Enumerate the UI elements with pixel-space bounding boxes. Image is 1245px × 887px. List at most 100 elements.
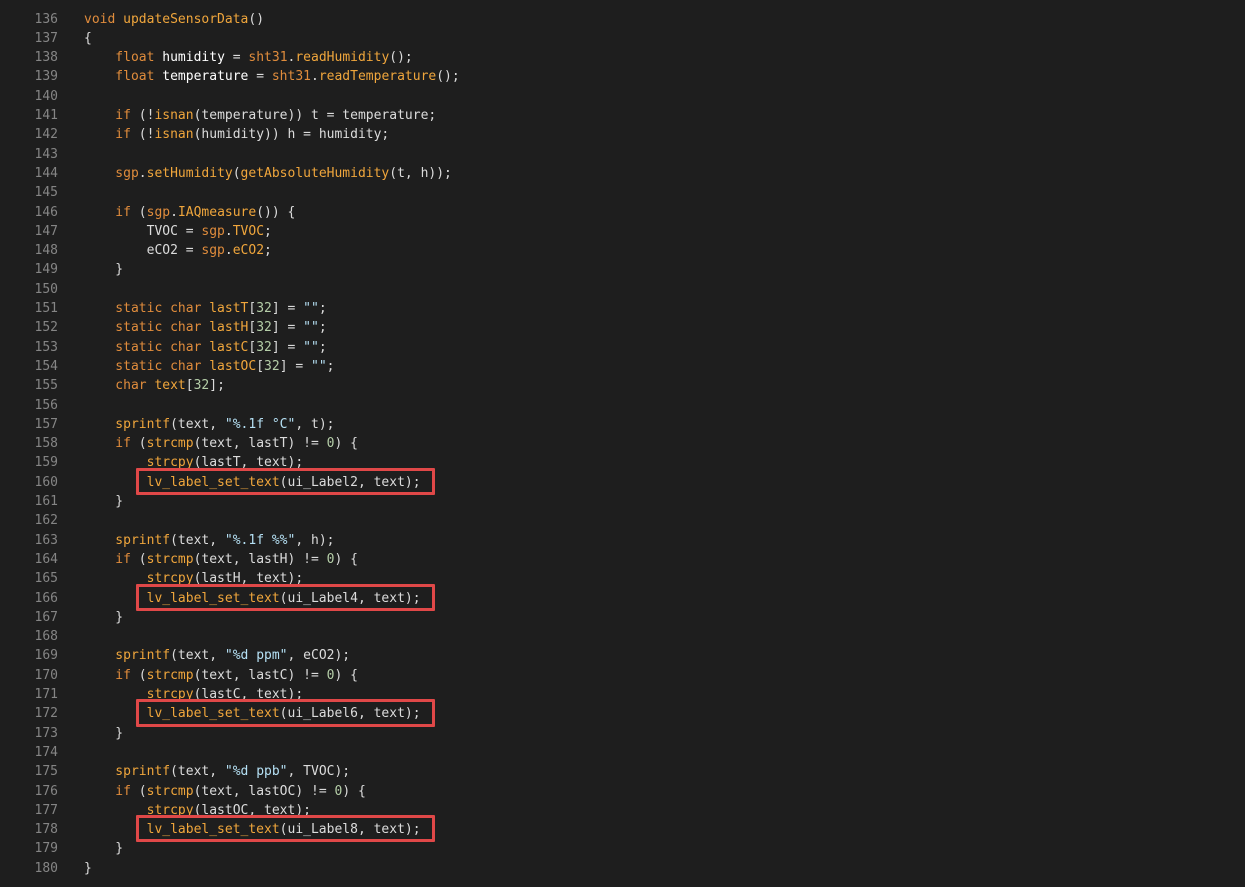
line-number: 144 [34, 165, 58, 181]
code-token: ) { [334, 667, 358, 683]
code-token: sht31 [271, 69, 311, 85]
code-token: } [84, 841, 124, 857]
code-token: , TVOC); [287, 764, 351, 780]
code-token: sprintf [84, 532, 171, 548]
line-number: 153 [34, 339, 58, 355]
code-token: readTemperature [318, 69, 437, 85]
code-token: . [224, 223, 233, 239]
code-line[interactable]: if (strcmp(text, lastH) != 0) { [84, 550, 358, 569]
code-token: . [138, 165, 147, 181]
code-line[interactable]: } [84, 724, 123, 743]
code-token: } [84, 860, 92, 876]
code-line[interactable]: float humidity = sht31.readHumidity(); [84, 48, 413, 67]
code-token: } [84, 262, 124, 278]
code-token: ] = [279, 358, 311, 374]
code-line[interactable]: } [84, 839, 123, 858]
code-line[interactable]: { [84, 29, 92, 48]
code-token: float [84, 69, 163, 85]
line-number: 167 [34, 609, 58, 625]
code-line[interactable]: sgp.setHumidity(getAbsoluteHumidity(t, h… [84, 164, 452, 183]
code-token: (t, h)); [389, 165, 452, 181]
code-token: ]; [209, 378, 225, 394]
code-line[interactable]: if (strcmp(text, lastT) != 0) { [84, 434, 358, 453]
code-token: lastT [209, 301, 249, 316]
line-number: 171 [34, 687, 58, 702]
code-line[interactable]: TVOC = sgp.TVOC; [84, 222, 272, 241]
code-line[interactable]: eCO2 = sgp.eCO2; [84, 241, 272, 260]
line-number: 141 [34, 108, 58, 123]
code-token: if [84, 783, 139, 799]
line-number: 146 [34, 204, 58, 220]
code-line[interactable]: char text[32]; [84, 376, 225, 395]
code-area[interactable]: void updateSensorData(){ float humidity … [84, 0, 1234, 887]
line-number: 166 [34, 590, 58, 606]
code-token: if [84, 551, 139, 567]
code-token: sht31 [248, 50, 288, 66]
line-number: 168 [34, 629, 58, 645]
code-token: ] = [271, 301, 304, 316]
code-line[interactable]: static char lastH[32] = ""; [84, 318, 327, 337]
line-number: 175 [34, 764, 58, 780]
code-token: ( [138, 204, 147, 220]
code-token: ] = [271, 320, 304, 336]
code-line[interactable]: } [84, 608, 123, 627]
code-line[interactable]: static char lastC[32] = ""; [84, 338, 326, 357]
code-line[interactable]: sprintf(text, "%.1f %%", h); [84, 531, 334, 550]
code-line[interactable]: static char lastT[32] = ""; [84, 299, 326, 318]
code-token: (! [138, 127, 155, 143]
line-number: 169 [34, 648, 58, 664]
line-number: 137 [34, 30, 58, 46]
line-number: 179 [34, 841, 58, 857]
code-token: text [154, 378, 186, 394]
code-token: ) { [342, 783, 366, 799]
code-line[interactable]: sprintf(text, "%d ppb", TVOC); [84, 762, 350, 781]
code-token: (text, lastT) != [193, 436, 327, 452]
line-number: 148 [34, 243, 58, 259]
code-token: if [84, 127, 139, 143]
code-token: updateSensorData [123, 11, 249, 27]
code-token: , t); [295, 416, 335, 432]
code-line[interactable]: float temperature = sht31.readTemperatur… [84, 67, 459, 86]
code-line[interactable]: if (strcmp(text, lastC) != 0) { [84, 666, 358, 685]
activity-edge [0, 0, 15, 887]
code-line[interactable]: if (strcmp(text, lastOC) != 0) { [84, 782, 366, 801]
code-token: eCO2 [232, 243, 265, 259]
line-number: 180 [34, 860, 58, 876]
code-token: lastH [209, 320, 249, 336]
code-line[interactable]: sprintf(text, "%d ppm", eCO2); [84, 646, 350, 665]
highlight-box [135, 815, 436, 843]
code-line[interactable]: if (!isnan(humidity)) h = humidity; [84, 125, 389, 144]
code-token: sprintf [84, 648, 171, 664]
line-number: 173 [34, 725, 58, 741]
code-token: "%.1f °C" [224, 416, 296, 432]
line-number: 178 [34, 822, 58, 838]
code-line[interactable]: } [84, 492, 123, 511]
code-token: ; [264, 223, 272, 239]
line-number: 154 [34, 358, 58, 374]
code-line[interactable]: if (!isnan(temperature)) t = temperature… [84, 106, 436, 125]
line-number: 138 [34, 50, 58, 66]
code-token: (); [389, 50, 413, 66]
code-token: ; [318, 320, 327, 336]
code-token: strcmp [146, 436, 194, 452]
code-line[interactable]: } [84, 859, 92, 878]
code-token: ) { [334, 436, 358, 452]
code-token: if [84, 204, 139, 220]
code-line[interactable]: sprintf(text, "%.1f °C", t); [84, 415, 334, 434]
code-token: sgp [84, 165, 139, 181]
line-number: 174 [34, 744, 58, 760]
line-number: 156 [34, 397, 58, 413]
code-line[interactable]: if (sgp.IAQmeasure()) { [84, 203, 295, 222]
line-number-gutter: 135 136 137 138 139 140 141 142 143 144 145 146 147… [14, 0, 64, 887]
code-editor[interactable]: 135 136 137 138 139 140 141 142 143 144 145 146 147… [0, 0, 1245, 887]
code-line[interactable]: static char lastOC[32] = ""; [84, 357, 334, 376]
code-line[interactable]: void updateSensorData() [84, 10, 264, 29]
code-token: readHumidity [295, 50, 390, 66]
code-token: ] = [271, 339, 304, 355]
code-token: static char [84, 358, 210, 374]
code-token: (text, [170, 648, 225, 664]
line-number: 176 [34, 783, 58, 799]
code-token: ( [138, 667, 147, 683]
code-line[interactable]: } [84, 260, 123, 279]
code-token: char [84, 378, 155, 394]
